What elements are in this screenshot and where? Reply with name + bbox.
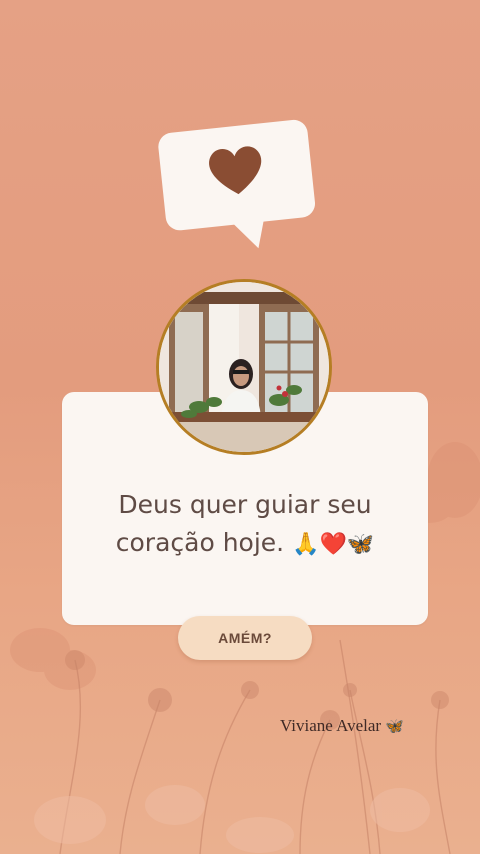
message-text: Deus quer guiar seu coração hoje. 🙏❤️🦋	[80, 486, 410, 564]
message-line-2-text: coração hoje.	[115, 528, 285, 557]
amen-button[interactable]: AMÉM?	[178, 616, 312, 660]
author-signature: Viviane Avelar 🦋	[280, 716, 404, 736]
heart-reaction-bubble	[158, 119, 316, 249]
profile-photo	[156, 279, 332, 455]
butterfly-emoji: 🦋	[385, 719, 405, 735]
message-line-1: Deus quer guiar seu	[118, 490, 372, 519]
message-line-2: coração hoje. 🙏❤️🦋	[80, 524, 410, 564]
message-emojis: 🙏❤️🦋	[292, 532, 375, 557]
author-name: Viviane Avelar	[280, 716, 382, 735]
